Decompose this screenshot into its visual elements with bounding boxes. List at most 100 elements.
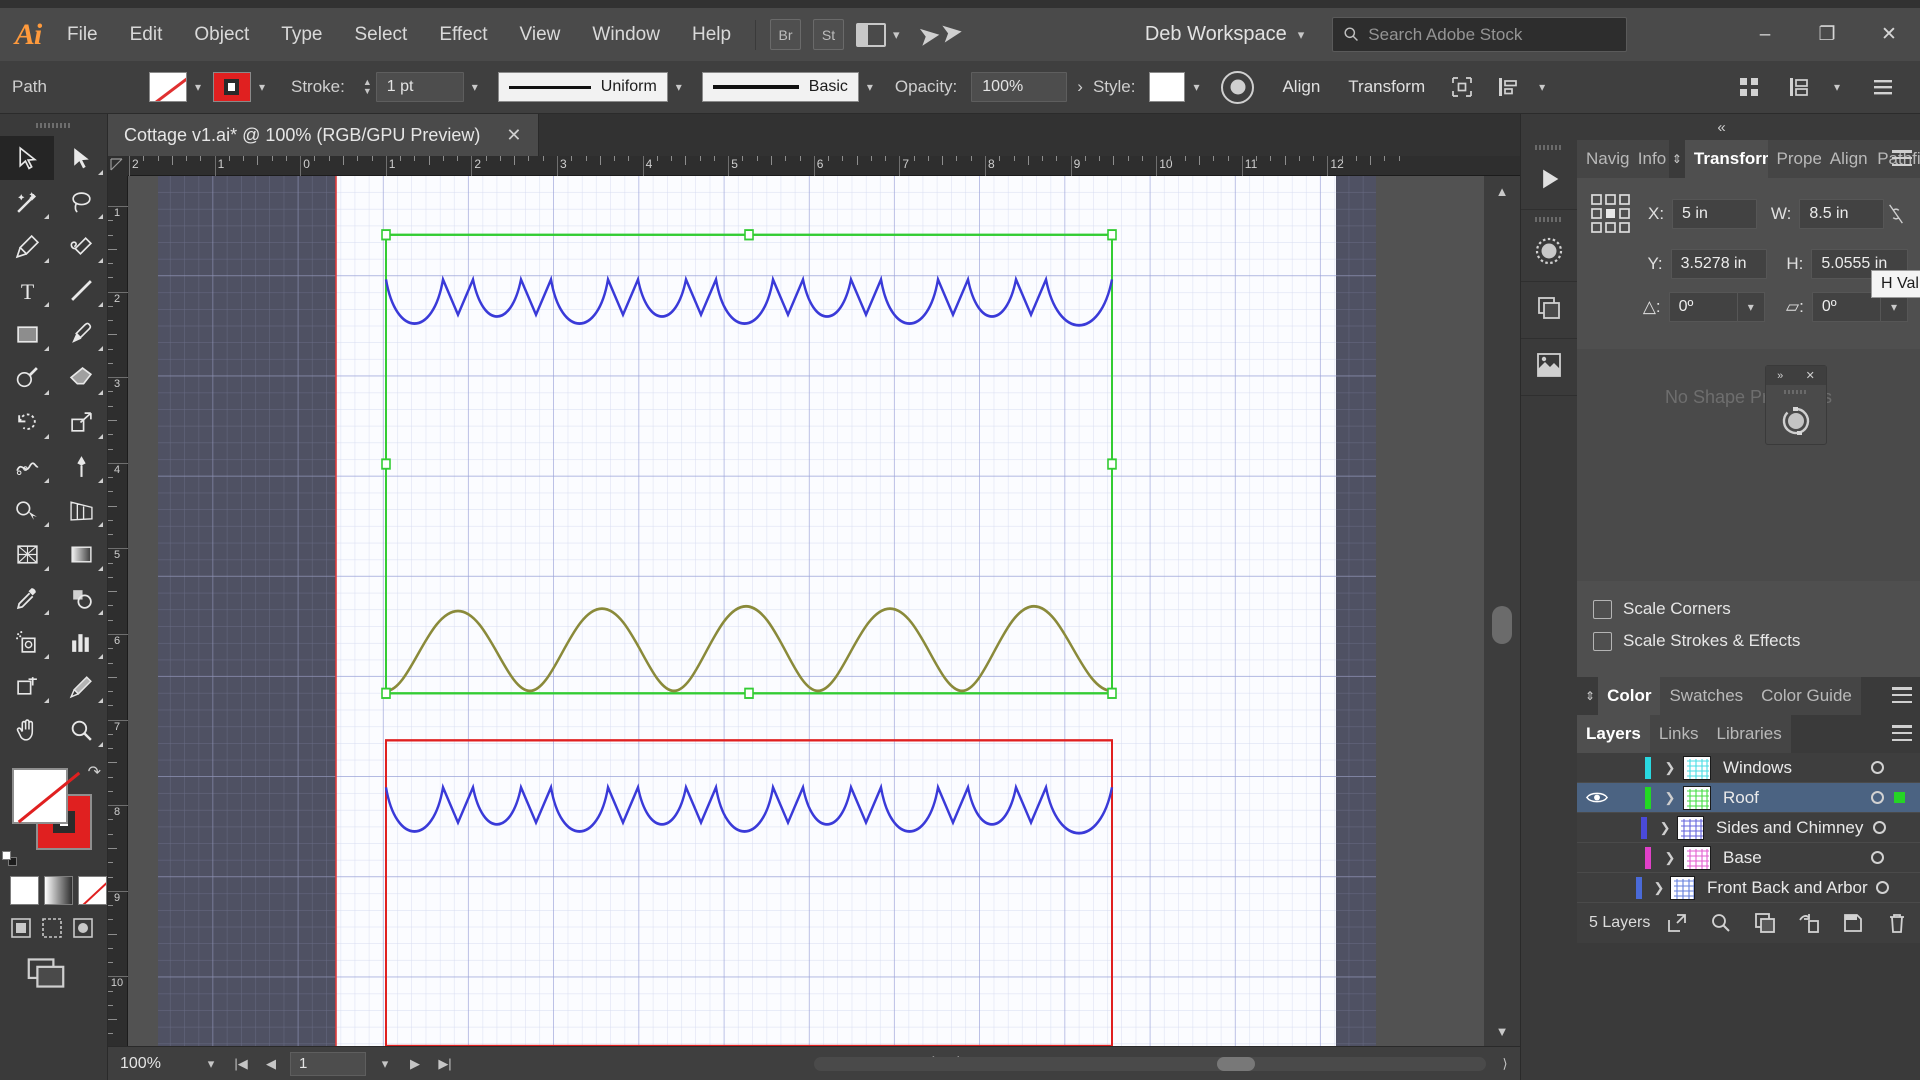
artboard-number-input[interactable]: 1 bbox=[290, 1052, 366, 1076]
bridge-button[interactable]: Br bbox=[770, 19, 801, 50]
layers-rail-icon[interactable] bbox=[1521, 284, 1577, 332]
stroke-swatch-icon[interactable] bbox=[213, 72, 251, 102]
transform-y-input[interactable]: 3.5278 in bbox=[1671, 249, 1768, 279]
color-mode-icon[interactable] bbox=[10, 876, 39, 905]
stock-swirl-icon[interactable]: ➤➤ bbox=[916, 16, 965, 53]
menu-effect[interactable]: Effect bbox=[423, 18, 503, 52]
close-icon[interactable]: ✕ bbox=[506, 125, 521, 146]
floating-panel-grip[interactable] bbox=[1766, 385, 1826, 398]
rail-grip[interactable] bbox=[1521, 140, 1577, 155]
line-segment-tool[interactable] bbox=[54, 268, 108, 312]
chevron-down-icon[interactable]: ▾ bbox=[668, 72, 690, 102]
tab-info[interactable]: Info bbox=[1629, 140, 1669, 178]
direct-selection-tool[interactable] bbox=[54, 136, 108, 180]
constrain-proportions-icon[interactable] bbox=[1884, 203, 1908, 225]
create-new-layer-icon[interactable] bbox=[1842, 912, 1864, 934]
reference-point-selector[interactable] bbox=[1589, 192, 1633, 236]
chevron-down-icon[interactable]: ▾ bbox=[1738, 292, 1765, 322]
menu-select[interactable]: Select bbox=[339, 18, 424, 52]
create-new-sublayer-icon[interactable] bbox=[1798, 912, 1820, 934]
canvas-area[interactable]: 210123456789101112 12345678910 bbox=[108, 156, 1520, 1046]
chevron-down-icon[interactable]: ▾ bbox=[196, 1056, 226, 1072]
arrange-documents-button[interactable]: ▾ bbox=[856, 23, 900, 47]
chevron-down-icon[interactable]: ▾ bbox=[464, 72, 486, 102]
layer-row[interactable]: ❯Sides and Chimney bbox=[1577, 813, 1920, 843]
layer-target-indicator[interactable] bbox=[1863, 821, 1895, 834]
stock-button[interactable]: St bbox=[813, 19, 844, 50]
chevron-right-icon[interactable]: ❯ bbox=[1653, 820, 1678, 836]
isolate-selected-object-icon[interactable] bbox=[1447, 72, 1477, 102]
draw-behind-icon[interactable] bbox=[41, 917, 63, 939]
chevron-down-icon[interactable]: ▾ bbox=[1185, 72, 1207, 102]
eyedropper-tool[interactable] bbox=[0, 576, 54, 620]
image-trace-rail-icon[interactable] bbox=[1521, 341, 1577, 389]
layer-target-indicator[interactable] bbox=[1860, 851, 1894, 864]
tab-transform[interactable]: Transform bbox=[1685, 140, 1768, 178]
stroke-swatch-group[interactable]: ▾ bbox=[213, 72, 273, 102]
blend-tool[interactable] bbox=[54, 576, 108, 620]
scale-strokes-row[interactable]: Scale Strokes & Effects bbox=[1593, 631, 1904, 651]
swap-fill-stroke-icon[interactable]: ↷ bbox=[88, 762, 101, 782]
artboards-panel-icon[interactable] bbox=[1784, 72, 1814, 102]
collapse-icon[interactable]: » bbox=[1777, 370, 1783, 382]
free-transform-tool[interactable] bbox=[54, 444, 108, 488]
search-input[interactable]: Search Adobe Stock bbox=[1332, 17, 1627, 52]
chevron-down-icon[interactable]: ▾ bbox=[187, 72, 209, 102]
panel-toggle-icon[interactable]: ⇕ bbox=[1669, 152, 1685, 166]
tab-properties[interactable]: Prope bbox=[1768, 140, 1821, 178]
stepper-down-icon[interactable]: ▼ bbox=[363, 87, 372, 96]
tab-align[interactable]: Align bbox=[1821, 140, 1868, 178]
menu-object[interactable]: Object bbox=[178, 18, 265, 52]
scroll-up-icon[interactable]: ▲ bbox=[1484, 178, 1520, 204]
close-button[interactable]: ✕ bbox=[1858, 8, 1920, 61]
perspective-grid-tool[interactable] bbox=[54, 488, 108, 532]
horizontal-ruler[interactable]: 210123456789101112 bbox=[108, 156, 1520, 176]
magic-wand-tool[interactable] bbox=[0, 180, 54, 224]
locate-object-icon[interactable] bbox=[1710, 912, 1732, 934]
next-artboard-button[interactable]: ▶ bbox=[400, 1056, 430, 1072]
vertical-scroll-thumb[interactable] bbox=[1492, 606, 1512, 644]
transform-button[interactable]: Transform bbox=[1334, 77, 1439, 97]
tab-color[interactable]: Color bbox=[1598, 677, 1660, 715]
chevron-right-icon[interactable]: ❯ bbox=[1648, 880, 1671, 896]
gradient-tool[interactable] bbox=[54, 532, 108, 576]
document-tab[interactable]: Cottage v1.ai* @ 100% (RGB/GPU Preview) … bbox=[108, 114, 539, 156]
panel-menu-icon[interactable] bbox=[1892, 150, 1912, 166]
make-clipping-mask-icon[interactable] bbox=[1754, 912, 1776, 934]
tab-links[interactable]: Links bbox=[1650, 715, 1708, 753]
menu-file[interactable]: File bbox=[51, 18, 114, 52]
recolor-artwork-icon[interactable] bbox=[1221, 71, 1254, 104]
curvature-tool[interactable] bbox=[54, 224, 108, 268]
fill-color-swatch[interactable] bbox=[12, 768, 68, 824]
paintbrush-tool[interactable] bbox=[54, 312, 108, 356]
artboard-tool[interactable] bbox=[0, 664, 54, 708]
horizontal-scrollbar[interactable] bbox=[814, 1057, 1486, 1071]
tab-layers[interactable]: Layers bbox=[1577, 715, 1650, 753]
rotate-tool[interactable] bbox=[0, 400, 54, 444]
tools-panel-grip[interactable] bbox=[0, 114, 107, 136]
vertical-ruler[interactable]: 12345678910 bbox=[108, 176, 128, 1046]
layer-row[interactable]: ❯Base bbox=[1577, 843, 1920, 873]
chevron-down-icon[interactable]: ▾ bbox=[1531, 72, 1553, 102]
selection-tool[interactable] bbox=[0, 136, 54, 180]
transform-w-input[interactable]: 8.5 in bbox=[1799, 199, 1884, 229]
hscroll-right-icon[interactable]: ⟩ bbox=[1490, 1056, 1520, 1072]
minimize-button[interactable]: – bbox=[1734, 8, 1796, 61]
stroke-weight-input[interactable]: 1 pt bbox=[376, 72, 464, 102]
shape-builder-tool[interactable] bbox=[0, 488, 54, 532]
zoom-tool[interactable] bbox=[54, 708, 108, 752]
tab-color-guide[interactable]: Color Guide bbox=[1752, 677, 1861, 715]
layer-row[interactable]: ❯Roof bbox=[1577, 783, 1920, 813]
lasso-tool[interactable] bbox=[54, 180, 108, 224]
screen-mode-button[interactable] bbox=[0, 939, 107, 989]
scale-corners-checkbox[interactable] bbox=[1593, 600, 1612, 619]
artboard-viewport[interactable] bbox=[128, 176, 1484, 1046]
slice-tool[interactable] bbox=[54, 664, 108, 708]
scroll-down-icon[interactable]: ▼ bbox=[1484, 1018, 1520, 1044]
eraser-tool[interactable] bbox=[54, 356, 108, 400]
fill-swatch-none-icon[interactable] bbox=[149, 72, 187, 102]
close-icon[interactable]: ✕ bbox=[1806, 369, 1815, 382]
layer-target-indicator[interactable] bbox=[1860, 761, 1894, 774]
brush-definition-select[interactable]: Basic bbox=[702, 72, 859, 102]
collapse-dock-button[interactable]: « bbox=[1521, 114, 1920, 140]
